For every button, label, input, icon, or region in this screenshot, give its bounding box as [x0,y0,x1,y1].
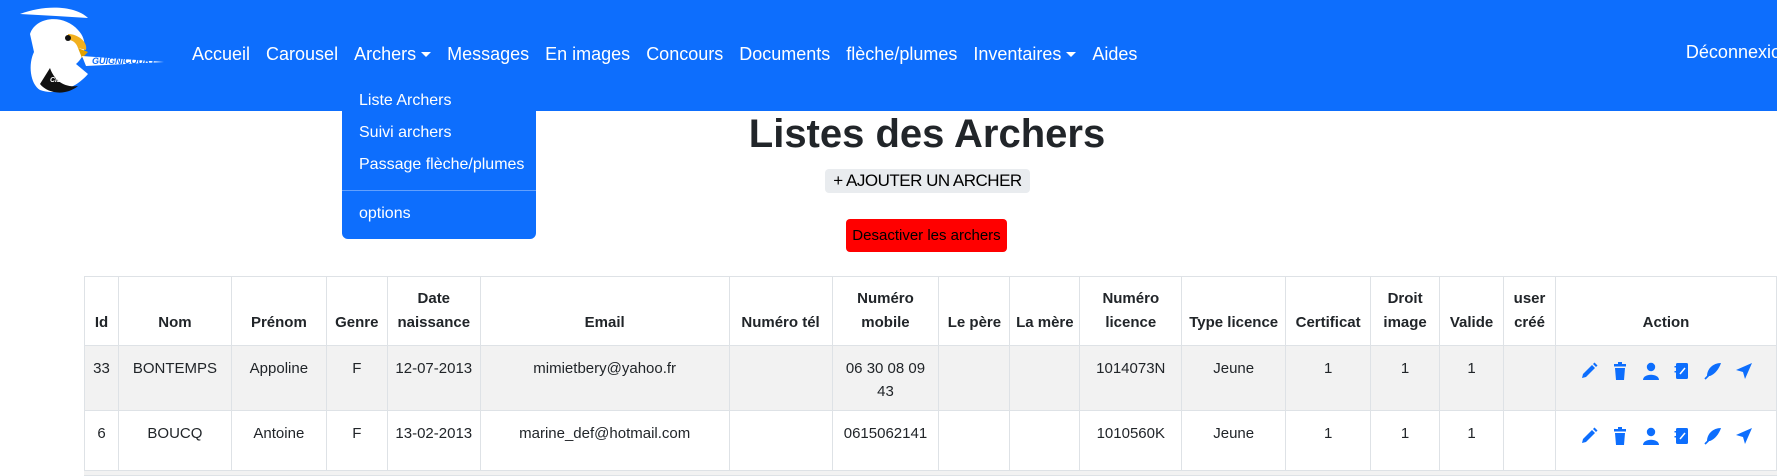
cell-numero-licence: 1010560K [1079,410,1183,476]
person-icon[interactable] [1641,426,1661,446]
col-header-valide: Valide [1439,276,1505,346]
cell-prenom: Antoine [230,410,327,476]
cell-valide: 1 [1439,345,1505,411]
cell-date-naissance: 12-07-2013 [386,345,481,411]
dropdown-item-passage-fleche-plumes[interactable]: Passage flèche/plumes [359,156,524,174]
cell-numero-tel [728,345,833,411]
col-header-numero-tel: Numéro tél [728,276,833,346]
svg-text:CIE 02: CIE 02 [50,77,72,84]
col-header-droit-image: Droit image [1370,276,1441,346]
col-header-email: Email [479,276,730,346]
table-next-row-edge [84,470,1777,475]
nav-item-archers[interactable]: Archers [354,43,432,65]
person-icon[interactable] [1641,361,1661,381]
col-header-id: Id [84,276,119,346]
nav-item-concours[interactable]: Concours [646,44,723,65]
nav-menu: Accueil Carousel Archers Messages En ima… [192,42,1153,66]
archers-table: Id Nom Prénom Genre Date naissance Email… [84,276,1777,476]
cell-droit-image: 1 [1370,410,1441,476]
nav-item-archers-label: Archers [354,43,417,64]
nav-item-accueil[interactable]: Accueil [192,44,250,65]
cell-mere [1009,410,1081,476]
nav-item-en-images[interactable]: En images [545,44,630,65]
feather-icon[interactable] [1703,426,1723,446]
col-header-genre: Genre [325,276,388,346]
feather-icon[interactable] [1703,361,1723,381]
dropdown-divider [342,190,536,191]
send-arrow-icon[interactable] [1734,426,1754,446]
cell-actions [1555,410,1777,476]
nav-item-messages[interactable]: Messages [447,44,529,65]
nav-item-inventaires[interactable]: Inventaires [973,43,1077,65]
notebook-icon[interactable] [1672,426,1692,446]
dropdown-item-liste-archers[interactable]: Liste Archers [359,92,451,110]
notebook-icon[interactable] [1672,361,1692,381]
nav-item-fleche-plumes[interactable]: flèche/plumes [846,44,957,65]
col-header-type-licence: Type licence [1181,276,1287,346]
cell-genre: F [325,410,388,476]
cell-numero-mobile: 0615062141 [831,410,940,476]
table-row: 6 BOUCQ Antoine F 13-02-2013 marine_def@… [84,410,1777,476]
cell-genre: F [325,345,388,411]
archers-dropdown-menu: Liste Archers Suivi archers Passage flèc… [342,80,536,239]
cell-numero-tel [728,410,833,476]
cell-type-licence: Jeune [1181,410,1287,476]
cell-email: mimietbery@yahoo.fr [479,345,730,411]
svg-text:GUIGNICOURT: GUIGNICOURT [92,56,157,66]
cell-certificat: 1 [1285,410,1372,476]
club-logo[interactable]: GUIGNICOURT CIE 02 [16,4,166,106]
nav-item-carousel[interactable]: Carousel [266,44,338,65]
edit-pencil-icon[interactable] [1579,426,1599,446]
cell-pere [938,345,1011,411]
cell-actions [1555,345,1777,411]
cell-droit-image: 1 [1370,345,1441,411]
cell-numero-licence: 1014073N [1079,345,1183,411]
col-header-action: Action [1555,276,1777,346]
cell-mere [1009,345,1081,411]
cell-user-cree [1503,345,1556,411]
cell-certificat: 1 [1285,345,1372,411]
send-arrow-icon[interactable] [1734,361,1754,381]
cell-id: 6 [84,410,119,476]
dropdown-item-options[interactable]: options [359,205,411,223]
cell-id: 33 [84,345,119,411]
cell-pere [938,410,1011,476]
cell-valide: 1 [1439,410,1505,476]
cell-user-cree [1503,410,1556,476]
col-header-certificat: Certificat [1285,276,1372,346]
chevron-down-icon [1066,51,1077,57]
col-header-user-cree: user créé [1503,276,1556,346]
col-header-pere: Le père [938,276,1011,346]
deactivate-archers-button[interactable]: Desactiver les archers [846,219,1007,252]
chevron-down-icon [421,51,432,57]
col-header-mere: La mère [1009,276,1081,346]
nav-item-documents[interactable]: Documents [739,44,830,65]
cell-nom: BONTEMPS [117,345,232,411]
top-navbar: GUIGNICOURT CIE 02 Accueil Carousel Arch… [0,0,1777,111]
page-title: Listes des Archers [748,112,1106,156]
cell-numero-mobile: 06 30 08 09 43 [831,345,940,411]
logout-link[interactable]: Déconnexion [1686,42,1777,63]
nav-item-inventaires-label: Inventaires [973,43,1062,64]
col-header-prenom: Prénom [230,276,327,346]
trash-icon[interactable] [1610,426,1630,446]
edit-pencil-icon[interactable] [1579,361,1599,381]
eagle-logo-icon: GUIGNICOURT CIE 02 [20,7,164,93]
cell-type-licence: Jeune [1181,345,1287,411]
nav-item-aides[interactable]: Aides [1092,44,1137,65]
table-header-row: Id Nom Prénom Genre Date naissance Email… [84,276,1777,346]
trash-icon[interactable] [1610,361,1630,381]
cell-prenom: Appoline [230,345,327,411]
cell-date-naissance: 13-02-2013 [386,410,481,476]
table-row: 33 BONTEMPS Appoline F 12-07-2013 mimiet… [84,345,1777,411]
add-archer-button[interactable]: + AJOUTER UN ARCHER [825,169,1030,193]
col-header-numero-mobile: Numéro mobile [831,276,940,346]
cell-email: marine_def@hotmail.com [479,410,730,476]
col-header-numero-licence: Numéro licence [1079,276,1183,346]
col-header-nom: Nom [117,276,232,346]
cell-nom: BOUCQ [117,410,232,476]
col-header-date-naissance: Date naissance [386,276,481,346]
